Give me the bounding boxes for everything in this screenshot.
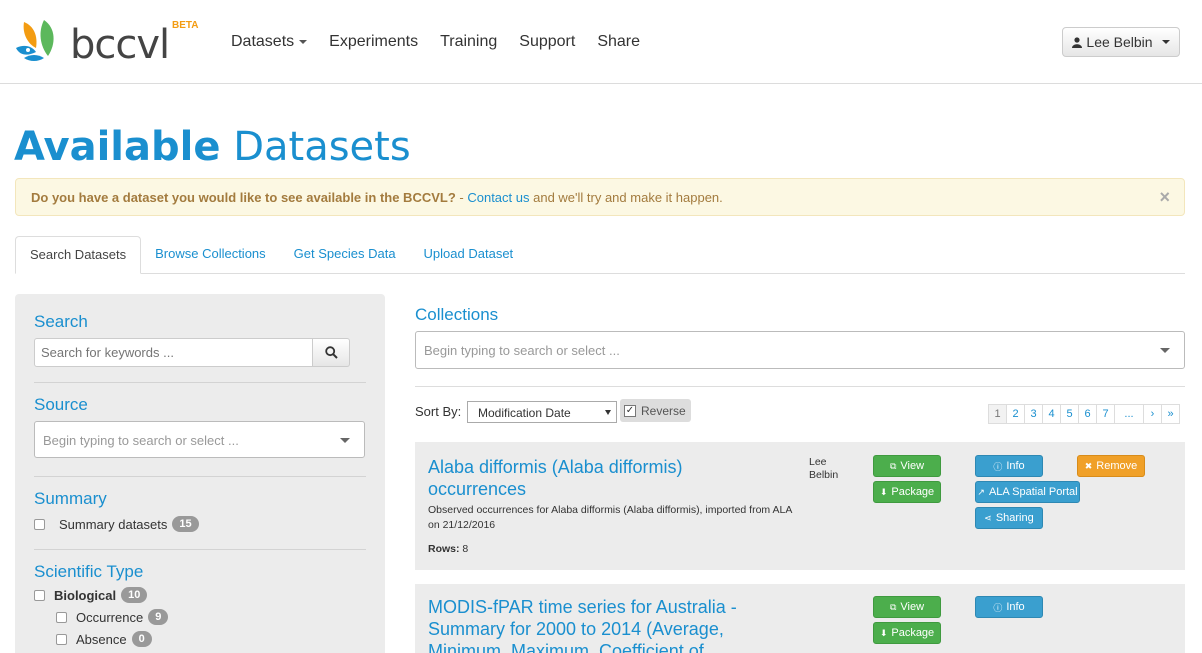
download-icon: ⬇ [879, 486, 888, 497]
view-icon: ⧉ [889, 460, 897, 471]
remove-button[interactable]: ✖ Remove [1077, 455, 1145, 477]
dataset-owner: Lee Belbin [809, 456, 839, 481]
tab-upload-dataset[interactable]: Upload Dataset [410, 236, 528, 274]
summary-heading: Summary [34, 489, 107, 508]
divider [34, 549, 366, 550]
main-nav: Datasets Experiments Training Support Sh… [231, 33, 662, 51]
nav-datasets[interactable]: Datasets [231, 33, 308, 51]
user-icon [1072, 36, 1083, 48]
collections-select[interactable]: Begin typing to search or select ... [415, 331, 1185, 369]
biological-checkbox[interactable] [34, 589, 45, 601]
dataset-title-link[interactable]: MODIS-fPAR time series for Australia - S… [428, 596, 748, 653]
count-badge: 15 [172, 516, 199, 532]
absence-checkbox[interactable] [56, 633, 67, 645]
external-link-icon: ↗ [977, 486, 985, 497]
dataset-card: MODIS-fPAR time series for Australia - S… [415, 584, 1185, 653]
page-2[interactable]: 2 [1006, 404, 1025, 424]
view-button[interactable]: ⧉ View [873, 455, 941, 477]
contact-us-link[interactable]: Contact us [467, 190, 529, 205]
close-icon: ✖ [1084, 460, 1093, 471]
dataset-tabs: Search Datasets Browse Collections Get S… [15, 236, 1185, 274]
top-navbar: bccvl BETA Datasets Experiments Training… [0, 0, 1202, 84]
tab-get-species-data[interactable]: Get Species Data [280, 236, 410, 274]
check-icon[interactable]: ✓ [624, 404, 636, 417]
divider [34, 382, 366, 383]
brand-name: bccvl [70, 22, 170, 68]
download-icon: ⬇ [879, 627, 888, 638]
occurrence-checkbox[interactable] [56, 611, 67, 623]
source-heading: Source [34, 395, 88, 414]
share-icon: ⋖ [984, 512, 992, 523]
nav-experiments[interactable]: Experiments [329, 33, 418, 51]
tab-browse-collections[interactable]: Browse Collections [141, 236, 280, 274]
bccvl-logo[interactable]: bccvl BETA [10, 14, 210, 70]
page-7[interactable]: 7 [1096, 404, 1115, 424]
nav-support[interactable]: Support [519, 33, 575, 51]
sort-label: Sort By: [415, 404, 462, 419]
user-menu-button[interactable]: Lee Belbin [1062, 27, 1180, 57]
dataset-title-link[interactable]: Alaba difformis (Alaba difformis) occurr… [428, 456, 768, 500]
collections-heading: Collections [415, 305, 499, 324]
view-button[interactable]: ⧉ View [873, 596, 941, 618]
count-badge: 0 [131, 631, 152, 647]
leaf-logo-icon [16, 20, 54, 61]
last-page[interactable]: » [1161, 404, 1180, 424]
dataset-rows: Rows: 8 [428, 543, 469, 555]
divider [415, 386, 1185, 387]
user-name: Lee Belbin [1086, 34, 1153, 50]
scientific-type-heading: Scientific Type [34, 562, 144, 581]
info-icon: ⓘ [993, 602, 1003, 613]
search-input[interactable] [34, 338, 313, 367]
beta-tag: BETA [172, 20, 199, 31]
count-badge: 9 [148, 609, 169, 625]
chevron-down-icon [1161, 40, 1170, 44]
page-ellipsis[interactable]: ... [1114, 404, 1144, 424]
nav-training[interactable]: Training [440, 33, 497, 51]
divider [34, 476, 366, 477]
page-5[interactable]: 5 [1060, 404, 1079, 424]
chevron-down-icon [299, 39, 308, 44]
view-icon: ⧉ [889, 601, 897, 612]
tab-search-datasets[interactable]: Search Datasets [15, 236, 142, 274]
summary-datasets-filter[interactable]: Summary datasets 15 [34, 515, 366, 533]
info-button[interactable]: ⓘ Info [975, 596, 1043, 618]
package-button[interactable]: ⬇ Package [873, 481, 941, 503]
close-icon[interactable]: × [1159, 187, 1170, 208]
search-icon [324, 346, 338, 359]
page-6[interactable]: 6 [1078, 404, 1097, 424]
dataset-card: Alaba difformis (Alaba difformis) occurr… [415, 442, 1185, 570]
summary-checkbox[interactable] [34, 518, 45, 530]
page-4[interactable]: 4 [1042, 404, 1061, 424]
source-select[interactable]: Begin typing to search or select ... [34, 421, 365, 458]
info-button[interactable]: ⓘ Info [975, 455, 1043, 477]
dataset-description: Observed occurrences for Alaba difformis… [428, 504, 792, 531]
page-title: Available Datasets [14, 124, 411, 170]
package-button[interactable]: ⬇ Package [873, 622, 941, 644]
chevron-down-icon [340, 438, 350, 443]
search-button[interactable] [313, 338, 350, 367]
chevron-down-icon [605, 410, 611, 415]
reverse-toggle[interactable]: ✓ Reverse [620, 399, 691, 422]
next-page[interactable]: › [1143, 404, 1162, 424]
sort-select[interactable]: Modification Date [467, 401, 617, 423]
chevron-down-icon [1160, 348, 1170, 353]
info-icon: ⓘ [993, 461, 1003, 472]
page-1[interactable]: 1 [988, 404, 1007, 424]
nav-share[interactable]: Share [597, 33, 640, 51]
sharing-button[interactable]: ⋖ Sharing [975, 507, 1043, 529]
alert-question: Do you have a dataset you would like to … [31, 190, 456, 205]
biological-filter[interactable]: Biological 10 [34, 586, 366, 604]
filter-sidebar: Search Source Begin typing to search or … [15, 294, 385, 653]
occurrence-filter[interactable]: Occurrence 9 [56, 608, 366, 626]
search-heading: Search [34, 312, 88, 331]
pagination: 1 2 3 4 5 6 7 ... › » [988, 404, 1180, 424]
ala-spatial-portal-button[interactable]: ↗ ALA Spatial Portal [975, 481, 1080, 503]
contact-alert: Do you have a dataset you would like to … [15, 178, 1185, 216]
page-3[interactable]: 3 [1024, 404, 1043, 424]
absence-filter[interactable]: Absence 0 [56, 630, 366, 648]
count-badge: 10 [121, 587, 148, 603]
